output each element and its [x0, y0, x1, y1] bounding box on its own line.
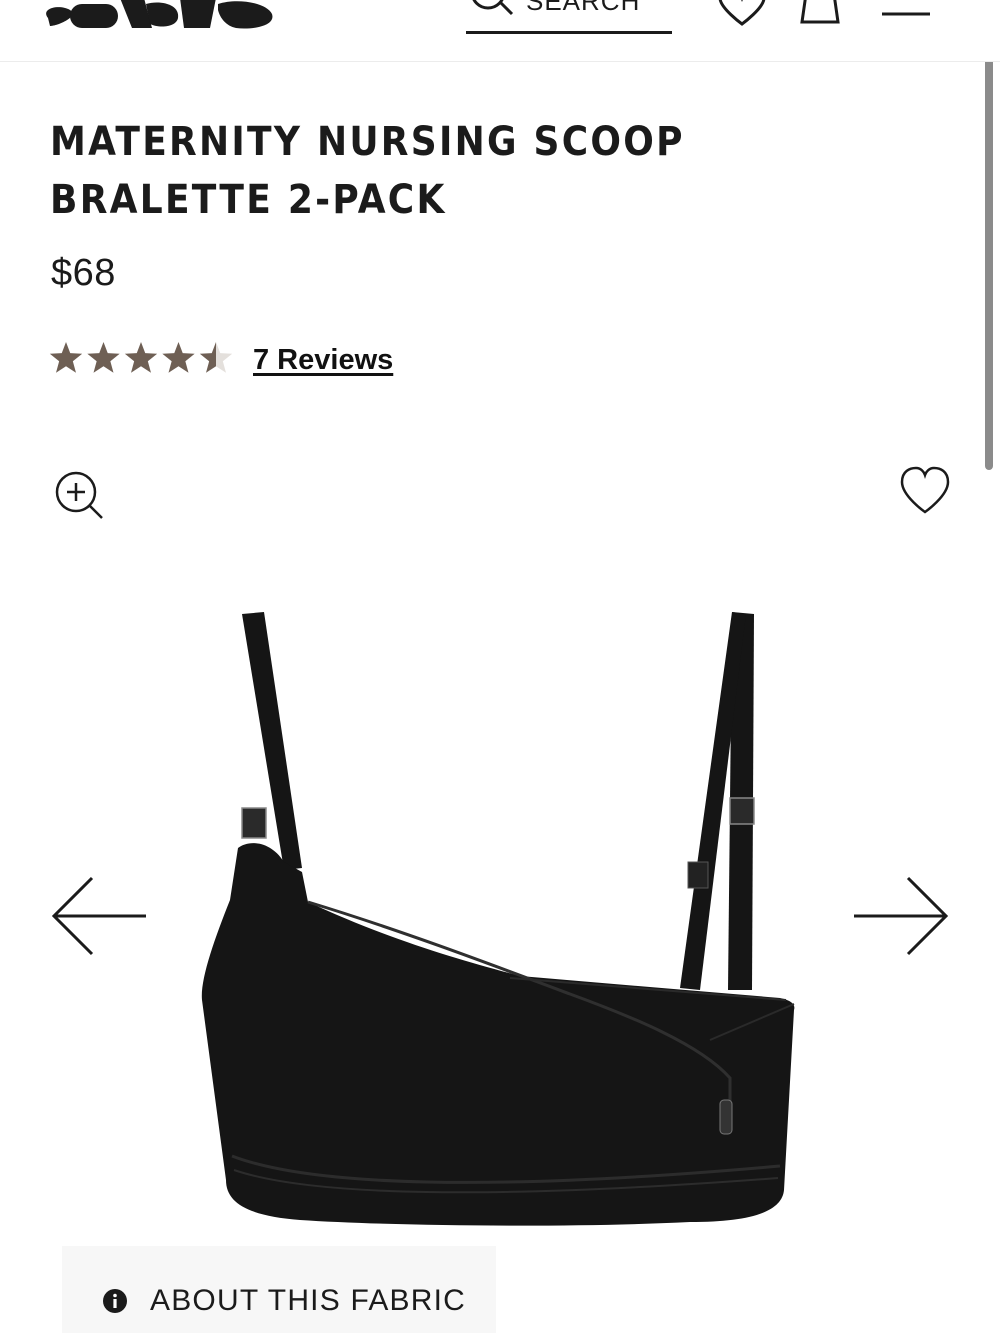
- reviews-link[interactable]: 7 Reviews: [253, 344, 393, 377]
- zoom-in-icon[interactable]: [52, 468, 108, 524]
- product-image[interactable]: [190, 600, 810, 1230]
- shopping-bag-icon[interactable]: [796, 0, 844, 24]
- about-fabric-label: ABOUT THIS FABRIC: [150, 1284, 467, 1317]
- previous-image-arrow-icon[interactable]: [50, 874, 150, 958]
- product-rating: 7 Reviews: [48, 338, 448, 380]
- rating-stars: [49, 342, 233, 373]
- add-to-wishlist-heart-icon[interactable]: [898, 466, 952, 516]
- rating-star: [87, 342, 120, 373]
- skims-logo[interactable]: [40, 0, 280, 34]
- skims-logo-mark: [46, 0, 273, 29]
- wishlist-heart-icon[interactable]: [716, 0, 768, 26]
- page-scrollbar[interactable]: [985, 0, 993, 470]
- next-image-arrow-icon[interactable]: [850, 874, 950, 958]
- rating-star: [124, 342, 158, 373]
- search-label: SEARCH: [526, 0, 641, 16]
- rating-star: [199, 342, 233, 373]
- product-title: MATERNITY NURSING SCOOP BRALETTE 2-PACK: [50, 119, 685, 223]
- rating-star: [162, 342, 195, 373]
- rating-star: [49, 342, 83, 373]
- product-price: $68: [51, 252, 116, 294]
- hamburger-menu-icon[interactable]: [878, 0, 934, 18]
- search-icon: [472, 0, 514, 16]
- about-fabric-button[interactable]: ABOUT THIS FABRIC: [62, 1246, 496, 1333]
- search-bar[interactable]: SEARCH: [466, 0, 672, 34]
- site-header: SEARCH: [0, 0, 1000, 62]
- info-icon: [103, 1289, 127, 1313]
